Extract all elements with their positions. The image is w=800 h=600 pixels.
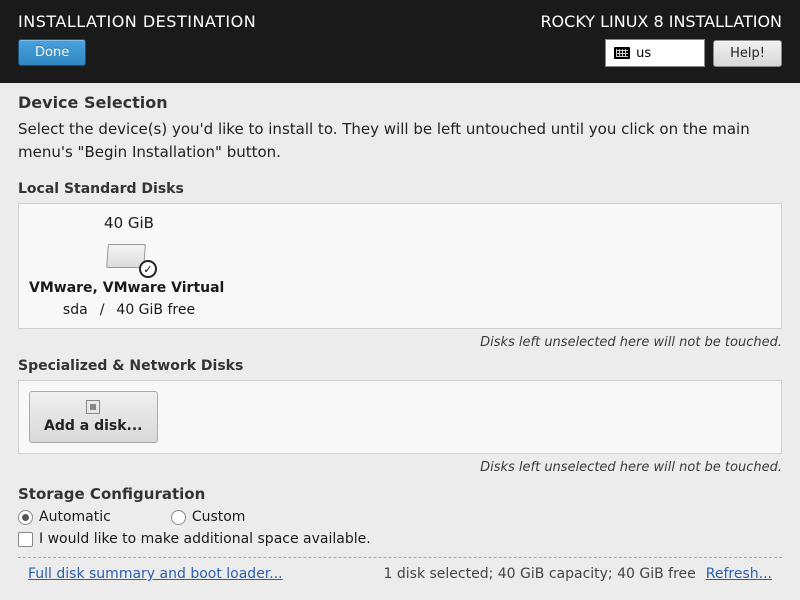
radio-custom-label: Custom: [192, 509, 246, 525]
radio-custom[interactable]: Custom: [171, 509, 246, 525]
network-disks-box: Add a disk...: [18, 380, 782, 454]
checkbox-icon: [18, 532, 33, 547]
disk-dev: sda: [63, 302, 88, 318]
local-disks-box: 40 GiB VMware, VMware Virtual S sda / 40…: [18, 203, 782, 329]
add-disk-icon: [86, 400, 100, 414]
divider: [18, 557, 782, 558]
disk-icon-wrap: [105, 238, 153, 274]
refresh-link[interactable]: Refresh...: [706, 566, 772, 582]
done-button[interactable]: Done: [18, 39, 86, 66]
check-circle-icon: [139, 260, 157, 278]
device-selection-desc: Select the device(s) you'd like to insta…: [18, 118, 782, 163]
radio-automatic-label: Automatic: [39, 509, 111, 525]
keyboard-icon: [614, 47, 630, 59]
radio-automatic[interactable]: Automatic: [18, 509, 111, 525]
local-disks-hint: Disks left unselected here will not be t…: [18, 335, 782, 350]
disk-item[interactable]: 40 GiB VMware, VMware Virtual S sda / 40…: [29, 214, 229, 318]
disk-free: 40 GiB free: [116, 302, 195, 318]
page-title: INSTALLATION DESTINATION: [18, 12, 256, 31]
keyboard-layout-indicator[interactable]: us: [605, 39, 705, 67]
help-button[interactable]: Help!: [713, 40, 782, 67]
disk-status-text: 1 disk selected; 40 GiB capacity; 40 GiB…: [384, 566, 696, 582]
disk-name: VMware, VMware Virtual S: [29, 280, 229, 296]
keyboard-layout-label: us: [636, 46, 651, 61]
local-disks-title: Local Standard Disks: [18, 181, 782, 197]
header-bar: INSTALLATION DESTINATION Done ROCKY LINU…: [0, 0, 800, 83]
disk-sep: /: [100, 302, 105, 318]
network-disks-title: Specialized & Network Disks: [18, 358, 782, 374]
device-selection-title: Device Selection: [18, 93, 782, 112]
disk-meta: sda / 40 GiB free: [63, 302, 195, 318]
add-disk-button[interactable]: Add a disk...: [29, 391, 158, 443]
disk-size: 40 GiB: [104, 214, 154, 232]
checkbox-additional-space-label: I would like to make additional space av…: [39, 531, 371, 547]
storage-config-title: Storage Configuration: [18, 485, 782, 503]
product-title: ROCKY LINUX 8 INSTALLATION: [540, 12, 782, 31]
network-disks-hint: Disks left unselected here will not be t…: [18, 460, 782, 475]
radio-icon: [18, 510, 33, 525]
add-disk-label: Add a disk...: [44, 418, 143, 434]
radio-icon: [171, 510, 186, 525]
full-disk-summary-link[interactable]: Full disk summary and boot loader...: [28, 566, 283, 582]
checkbox-additional-space[interactable]: I would like to make additional space av…: [18, 531, 782, 547]
